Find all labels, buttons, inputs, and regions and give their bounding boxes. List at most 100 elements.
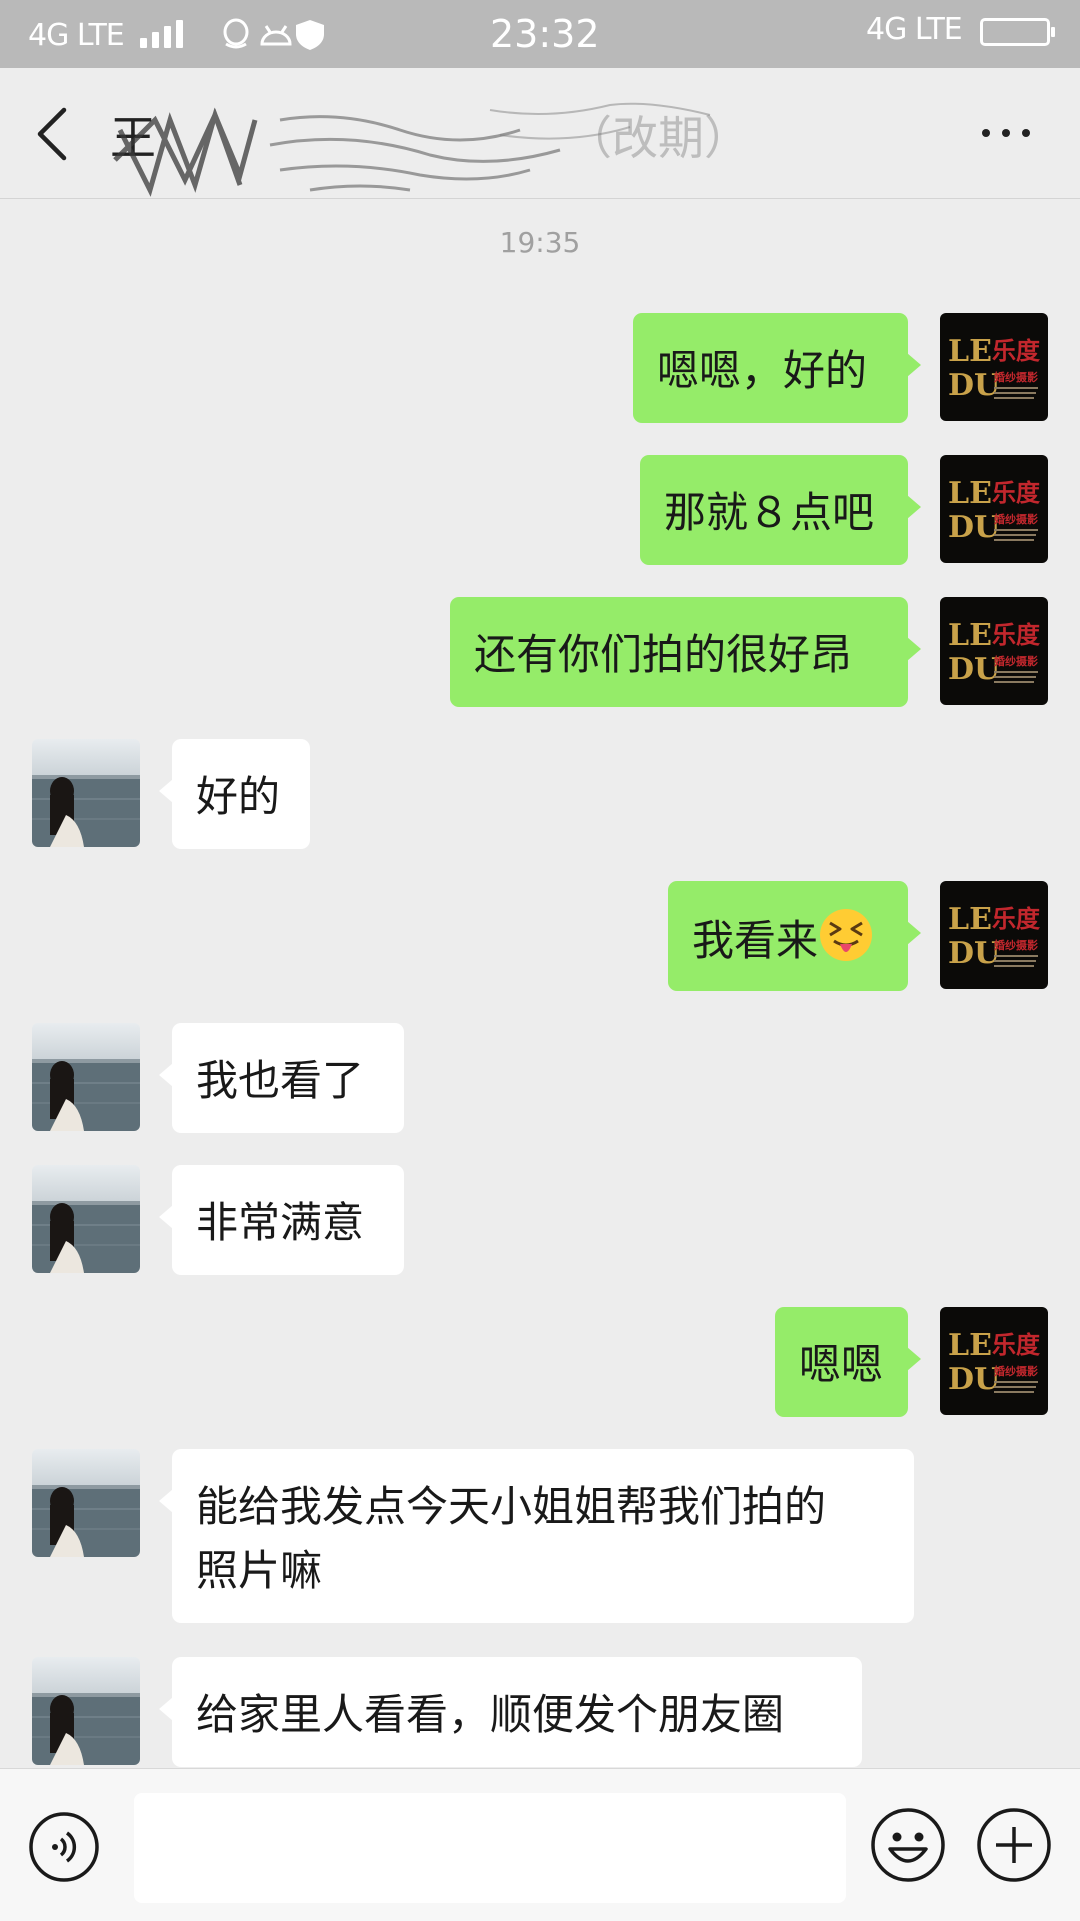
logo-fine-text xyxy=(994,1391,1034,1393)
logo-text-le: LE xyxy=(948,618,992,653)
logo-text-le: LE xyxy=(948,476,992,511)
message-row-sent: LE 乐度 DU 婚纱摄影 嗯嗯 xyxy=(0,1307,1080,1417)
my-avatar[interactable]: LE 乐度 DU 婚纱摄影 xyxy=(940,881,1048,989)
logo-text-ledu-cn: 乐度 xyxy=(992,905,1041,933)
message-text: 能给我发点今天小姐姐帮我们拍的 照片嘛 xyxy=(196,1482,827,1595)
message-bubble[interactable]: 嗯嗯，好的 xyxy=(633,313,921,423)
studio-logo: LE 乐度 DU婚纱摄影 xyxy=(948,334,1041,403)
contact-photo xyxy=(32,1449,140,1557)
logo-fine-text xyxy=(994,1386,1036,1388)
my-avatar[interactable]: LE 乐度 DU 婚纱摄影 xyxy=(940,597,1048,705)
logo-fine-text xyxy=(994,965,1034,967)
back-arrow-icon[interactable] xyxy=(28,104,84,164)
logo-text-subtitle: 婚纱摄影 xyxy=(994,370,1038,384)
message-text: 嗯嗯，好的 xyxy=(657,346,868,395)
message-row-received: 给家里人看看，顺便发个朋友圈 xyxy=(0,1657,1080,1767)
logo-fine-text xyxy=(994,539,1034,541)
message-text: 嗯嗯 xyxy=(799,1340,884,1389)
logo-text-du: DU xyxy=(948,936,1000,971)
message-bubble[interactable]: 我也看了 xyxy=(159,1023,404,1133)
message-row-sent: LE 乐度 DU 婚纱摄影 还有你们拍的很好昂 xyxy=(0,597,1080,707)
more-options-icon[interactable] xyxy=(976,118,1036,148)
message-text: 我看来 xyxy=(692,916,819,965)
logo-text-subtitle: 婚纱摄影 xyxy=(994,1364,1038,1378)
contact-photo xyxy=(32,739,140,847)
logo-fine-text xyxy=(994,1381,1038,1383)
message-bubble[interactable]: 非常满意 xyxy=(159,1165,404,1275)
more-functions-plus-icon[interactable] xyxy=(976,1807,1052,1883)
notification-icons xyxy=(223,18,324,50)
logo-fine-text xyxy=(994,529,1038,531)
message-bubble[interactable]: 好的 xyxy=(159,739,310,849)
logo-text-ledu-cn: 乐度 xyxy=(992,1331,1041,1359)
message-row-sent: LE 乐度 DU 婚纱摄影 嗯嗯，好的 xyxy=(0,313,1080,423)
network-indicator-secondary: 4G LTE xyxy=(866,12,963,47)
message-text: 给家里人看看，顺便发个朋友圈 xyxy=(196,1690,785,1739)
contact-avatar[interactable] xyxy=(32,1165,140,1273)
logo-text-ledu-cn: 乐度 xyxy=(992,621,1041,649)
logo-text-subtitle: 婚纱摄影 xyxy=(994,938,1038,952)
logo-fine-text xyxy=(994,392,1036,394)
contact-avatar[interactable] xyxy=(32,1449,140,1557)
message-bubble[interactable]: 那就８点吧 xyxy=(640,455,921,565)
emoji-button-icon[interactable] xyxy=(870,1807,946,1883)
logo-fine-text xyxy=(994,397,1034,399)
logo-fine-text xyxy=(994,534,1036,536)
logo-text-le: LE xyxy=(948,1328,992,1363)
contact-photo xyxy=(32,1657,140,1765)
status-bar: 4G LTE 23:32 4G LTE xyxy=(0,0,1080,68)
contact-photo xyxy=(32,1165,140,1273)
message-timestamp: 19:35 xyxy=(499,226,581,259)
logo-text-du: DU xyxy=(948,1362,1000,1397)
logo-text-du: DU xyxy=(948,652,1000,687)
message-bubble[interactable]: 给家里人看看，顺便发个朋友圈 xyxy=(159,1657,862,1767)
signal-icon xyxy=(140,18,196,48)
logo-fine-text xyxy=(994,387,1038,389)
redaction-scribble xyxy=(113,102,711,197)
message-text: 还有你们拍的很好昂 xyxy=(474,630,853,679)
logo-fine-text xyxy=(994,681,1034,683)
logo-fine-text xyxy=(994,676,1036,678)
message-row-sent: LE 乐度 DU 婚纱摄影 我看来 xyxy=(0,881,1080,991)
voice-input-icon[interactable] xyxy=(28,1811,100,1883)
message-row-received: 我也看了 xyxy=(0,1023,1080,1133)
logo-text-le: LE xyxy=(948,902,992,937)
contact-avatar[interactable] xyxy=(32,1023,140,1131)
message-input[interactable] xyxy=(134,1793,846,1903)
logo-fine-text xyxy=(994,671,1038,673)
message-text: 我也看了 xyxy=(196,1056,365,1105)
chat-header: 王（改期） xyxy=(0,68,1080,199)
message-bubble[interactable]: 还有你们拍的很好昂 xyxy=(450,597,921,707)
logo-text-subtitle: 婚纱摄影 xyxy=(994,654,1038,668)
message-text: 好的 xyxy=(196,772,281,821)
network-indicator: 4G LTE xyxy=(28,18,125,53)
contact-avatar[interactable] xyxy=(32,739,140,847)
logo-text-subtitle: 婚纱摄影 xyxy=(994,512,1038,526)
studio-logo: LE 乐度 DU婚纱摄影 xyxy=(948,902,1041,971)
my-avatar[interactable]: LE 乐度 DU 婚纱摄影 xyxy=(940,455,1048,563)
squinting-tongue-emoji-icon xyxy=(820,909,873,961)
message-row-received: 非常满意 xyxy=(0,1165,1080,1275)
studio-logo: LE 乐度 DU婚纱摄影 xyxy=(948,476,1041,545)
message-row-received: 能给我发点今天小姐姐帮我们拍的 照片嘛 xyxy=(0,1449,1080,1623)
contact-avatar[interactable] xyxy=(32,1657,140,1765)
studio-logo: LE 乐度 DU婚纱摄影 xyxy=(948,618,1041,687)
message-bubble[interactable]: 能给我发点今天小姐姐帮我们拍的 照片嘛 xyxy=(159,1449,914,1623)
my-avatar[interactable]: LE 乐度 DU 婚纱摄影 xyxy=(940,1307,1048,1415)
logo-text-ledu-cn: 乐度 xyxy=(992,337,1041,365)
message-row-received: 好的 xyxy=(0,739,1080,849)
message-row-sent: LE 乐度 DU 婚纱摄影 那就８点吧 xyxy=(0,455,1080,565)
logo-fine-text xyxy=(994,955,1038,957)
logo-text-du: DU xyxy=(948,368,1000,403)
logo-text-ledu-cn: 乐度 xyxy=(992,479,1041,507)
logo-fine-text xyxy=(994,960,1036,962)
message-bubble[interactable]: 我看来 xyxy=(668,881,921,991)
studio-logo: LE 乐度 DU婚纱摄影 xyxy=(948,1328,1041,1397)
logo-text-le: LE xyxy=(948,334,992,369)
message-bubble[interactable]: 嗯嗯 xyxy=(775,1307,921,1417)
battery-icon xyxy=(980,18,1055,46)
input-bar xyxy=(0,1768,1080,1921)
logo-text-du: DU xyxy=(948,510,1000,545)
my-avatar[interactable]: LE 乐度 DU 婚纱摄影 xyxy=(940,313,1048,421)
clock: 23:32 xyxy=(490,12,600,56)
